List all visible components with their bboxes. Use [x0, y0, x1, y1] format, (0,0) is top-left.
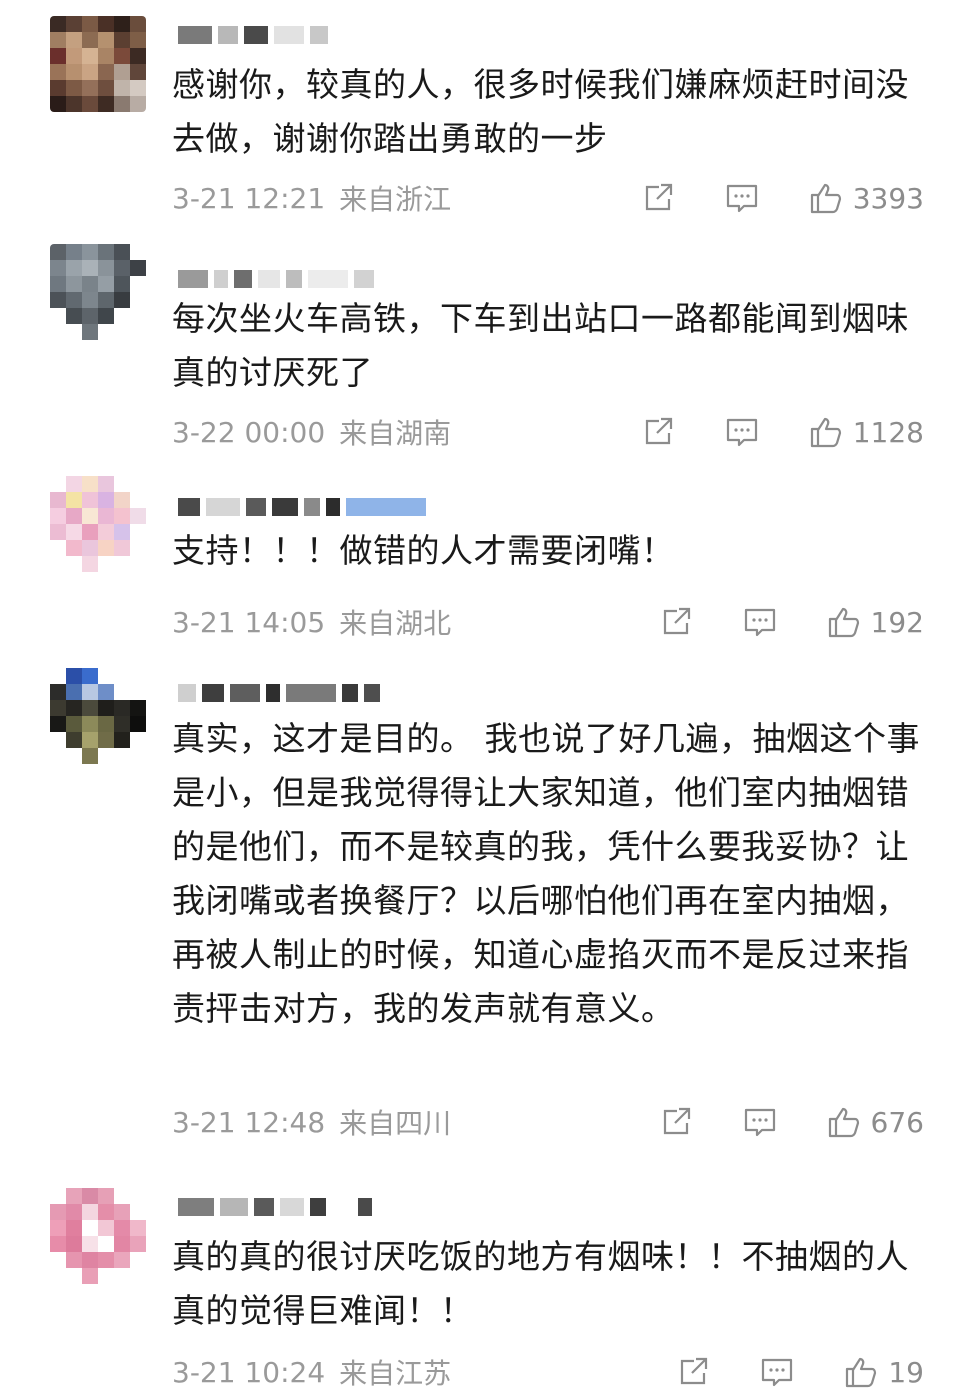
share-icon[interactable]: [641, 181, 675, 215]
like-count: 676: [870, 1105, 924, 1139]
comment-text: 每次坐火车高铁，下车到出站口一路都能闻到烟味真的讨厌死了: [172, 299, 909, 392]
location: 来自四川: [339, 1107, 452, 1140]
avatar[interactable]: [50, 244, 146, 340]
username-blurred[interactable]: [178, 676, 380, 710]
comment-icon[interactable]: [743, 1105, 777, 1139]
share-icon[interactable]: [659, 1105, 693, 1139]
location: 来自江苏: [339, 1357, 452, 1390]
location: 来自浙江: [339, 183, 452, 216]
avatar[interactable]: [50, 668, 146, 764]
timestamp: 3-21 10:24: [172, 1355, 326, 1389]
like-count: 192: [870, 605, 924, 639]
comment-meta: 3-22 00:00 来自湖南: [172, 412, 451, 452]
thumbs-up-icon[interactable]: [827, 1105, 861, 1139]
timestamp: 3-22 00:00: [172, 415, 326, 449]
username-blurred[interactable]: [178, 490, 426, 524]
avatar[interactable]: [50, 476, 146, 572]
like-count: 19: [888, 1355, 924, 1389]
location: 来自湖北: [339, 607, 452, 640]
timestamp: 3-21 14:05: [172, 605, 326, 639]
comment-icon[interactable]: [743, 605, 777, 639]
avatar[interactable]: [50, 16, 146, 112]
comment-meta: 3-21 14:05 来自湖北: [172, 602, 451, 642]
username-blurred[interactable]: [178, 262, 374, 296]
comment-meta: 3-21 12:21 来自浙江: [172, 178, 451, 218]
thumbs-up-icon[interactable]: [844, 1355, 878, 1389]
comment-icon[interactable]: [760, 1355, 794, 1389]
comment-actions: 192: [659, 602, 924, 642]
comment-actions: 3393: [641, 178, 924, 218]
comment-actions: 19: [676, 1352, 924, 1392]
timestamp: 3-21 12:48: [172, 1105, 326, 1139]
comment-actions: 1128: [641, 412, 924, 452]
comment-icon[interactable]: [725, 181, 759, 215]
comment-text: 感谢你，较真的人，很多时候我们嫌麻烦赶时间没去做，谢谢你踏出勇敢的一步: [172, 65, 909, 158]
comment-actions: 676: [659, 1102, 924, 1142]
avatar[interactable]: [50, 1188, 146, 1284]
share-icon[interactable]: [659, 605, 693, 639]
comment-text: 真的真的很讨厌吃饭的地方有烟味！！不抽烟的人真的觉得巨难闻！！: [172, 1237, 909, 1330]
location: 来自湖南: [339, 417, 452, 450]
username-blurred[interactable]: [178, 18, 328, 52]
thumbs-up-icon[interactable]: [827, 605, 861, 639]
comment-text: 支持！！！做错的人才需要闭嘴！: [172, 531, 675, 570]
comment-meta: 3-21 12:48 来自四川: [172, 1102, 451, 1142]
share-icon[interactable]: [676, 1355, 710, 1389]
like-count: 1128: [852, 415, 924, 449]
thumbs-up-icon[interactable]: [809, 181, 843, 215]
username-blurred[interactable]: [178, 1190, 372, 1224]
comment-text: 真实，这才是目的。 我也说了好几遍，抽烟这个事是小，但是我觉得得让大家知道，他们…: [172, 719, 920, 1028]
like-count: 3393: [852, 181, 924, 215]
thumbs-up-icon[interactable]: [809, 415, 843, 449]
share-icon[interactable]: [641, 415, 675, 449]
comment-icon[interactable]: [725, 415, 759, 449]
timestamp: 3-21 12:21: [172, 181, 326, 215]
comment-meta: 3-21 10:24 来自江苏: [172, 1352, 451, 1392]
